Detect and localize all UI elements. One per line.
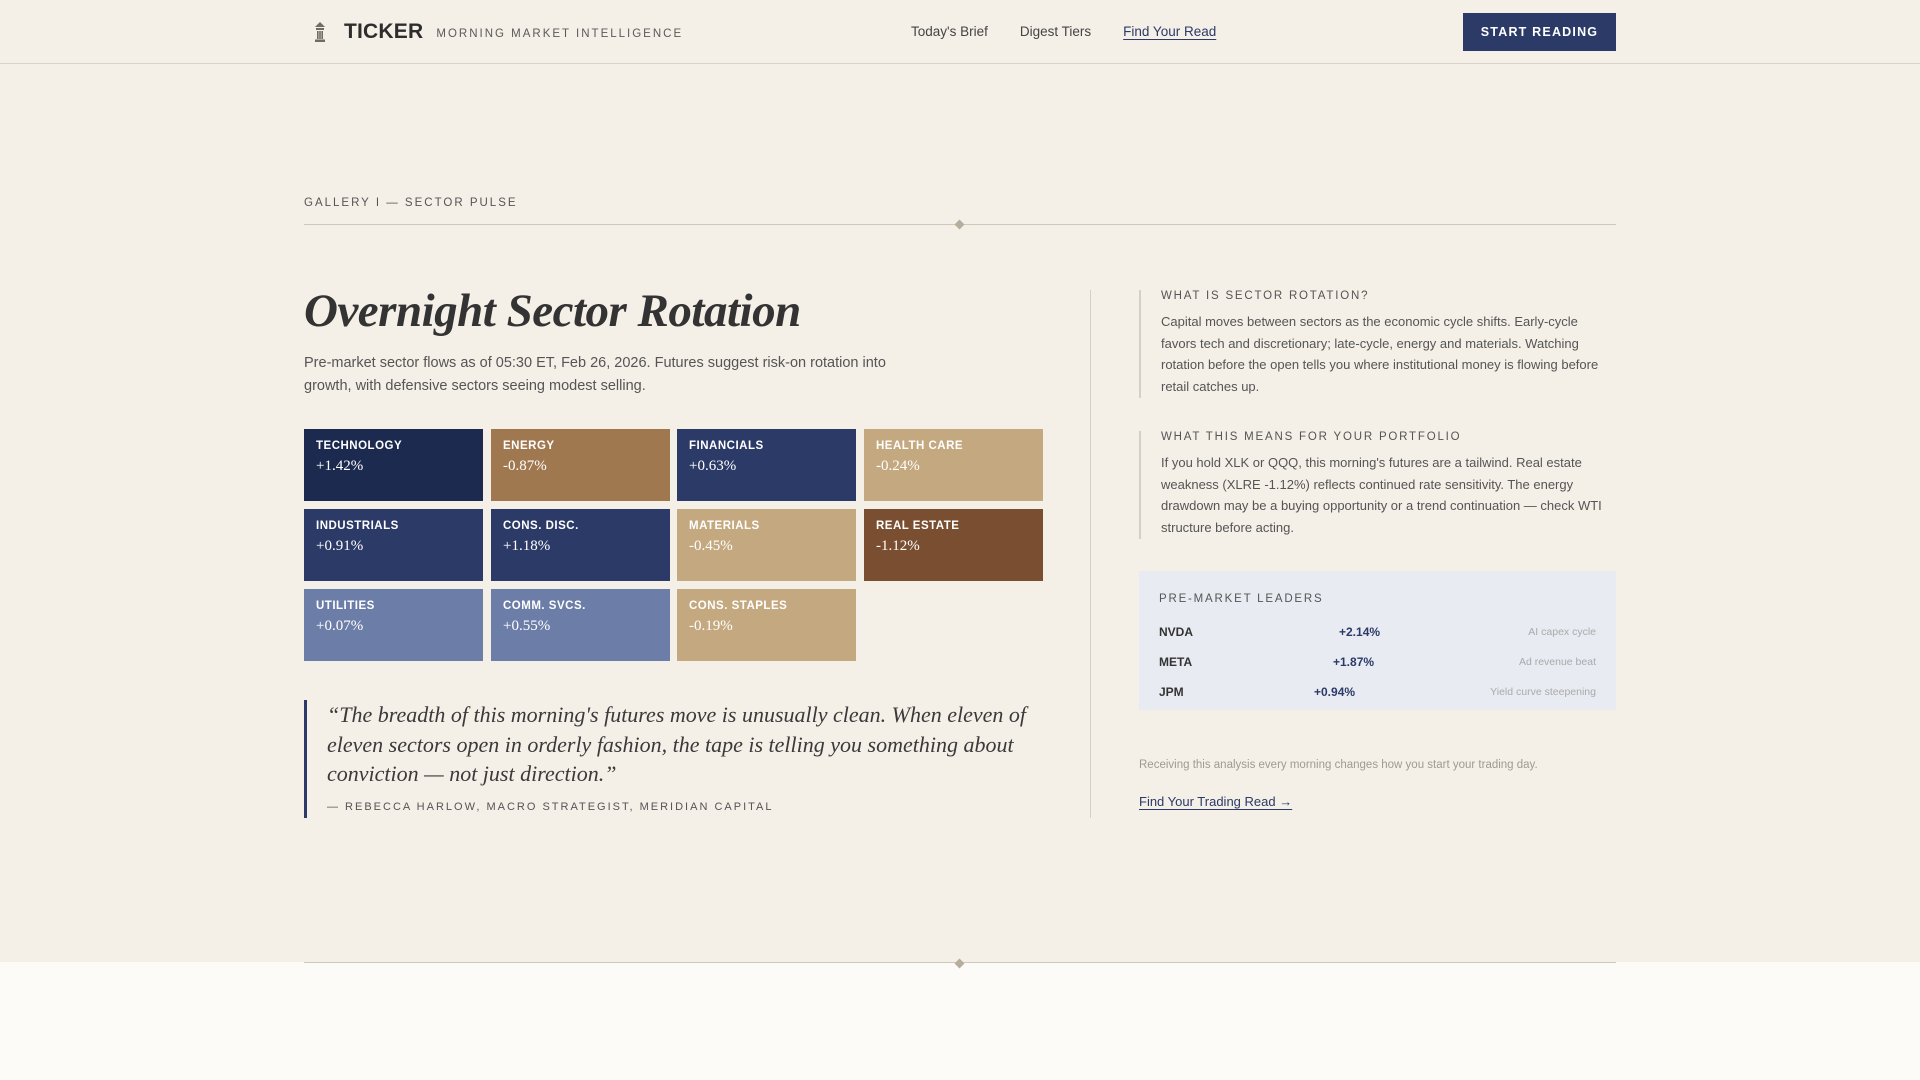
nav-todays-brief[interactable]: Today's Brief [911, 24, 988, 39]
building-icon [315, 22, 325, 42]
divider-diamond-icon [954, 219, 965, 230]
leader-change: +1.87% [1333, 655, 1375, 669]
sector-change: +0.07% [316, 618, 364, 634]
info-block-sector-rotation: WHAT IS SECTOR ROTATION? Capital moves b… [1139, 290, 1616, 398]
info-body: Capital moves between sectors as the eco… [1161, 314, 1599, 394]
brand-tagline: MORNING MARKET INTELLIGENCE [436, 27, 684, 40]
sector-change: -0.87% [503, 458, 547, 474]
find-trading-read-link[interactable]: Find Your Trading Read → [1139, 794, 1292, 809]
leader-symbol: JPM [1159, 685, 1184, 699]
sector-name: TECHNOLOGY [316, 440, 403, 452]
sector-name: REAL ESTATE [876, 520, 960, 532]
leader-note: Ad revenue beat [1518, 656, 1596, 668]
sector-change: +0.55% [503, 618, 551, 634]
leader-row[interactable]: META +1.87% Ad revenue beat [1159, 649, 1596, 675]
sector-tile-comm-svcs[interactable]: COMM. SVCS. +0.55% [491, 589, 670, 661]
leader-change: +2.14% [1339, 625, 1381, 639]
sector-name: FINANCIALS [689, 440, 764, 452]
sector-tile-health-care[interactable]: HEALTH CARE -0.24% [864, 429, 1043, 501]
pull-quote: “The breadth of this morning's futures m… [304, 700, 1044, 818]
info-heading: WHAT THIS MEANS FOR YOUR PORTFOLIO [1161, 431, 1462, 443]
sector-name: HEALTH CARE [876, 440, 964, 452]
info-heading: WHAT IS SECTOR ROTATION? [1161, 290, 1370, 302]
sector-tile-industrials[interactable]: INDUSTRIALS +0.91% [304, 509, 483, 581]
sector-tile-energy[interactable]: ENERGY -0.87% [491, 429, 670, 501]
main-nav: Today's Brief Digest Tiers Find Your Rea… [911, 24, 1248, 39]
sector-change: -0.45% [689, 538, 733, 554]
nav-find-your-read[interactable]: Find Your Read [1123, 24, 1216, 39]
nav-digest-tiers[interactable]: Digest Tiers [1020, 24, 1091, 39]
sector-tile-cons-staples[interactable]: CONS. STAPLES -0.19% [677, 589, 856, 661]
cta-blurb: Receiving this analysis every morning ch… [1139, 759, 1538, 771]
page-subtitle: Pre-market sector flows as of 05:30 ET, … [304, 355, 886, 394]
sector-change: -0.19% [689, 618, 733, 634]
leader-row[interactable]: NVDA +2.14% AI capex cycle [1159, 619, 1596, 645]
leader-row[interactable]: JPM +0.94% Yield curve steepening [1159, 679, 1596, 705]
start-reading-button[interactable]: START READING [1463, 13, 1616, 51]
sector-change: +0.91% [316, 538, 364, 554]
sector-change: +1.42% [316, 458, 364, 474]
quote-attribution: — REBECCA HARLOW, MACRO STRATEGIST, MERI… [327, 800, 774, 813]
leader-change: +0.94% [1314, 685, 1356, 699]
sector-tile-real-estate[interactable]: REAL ESTATE -1.12% [864, 509, 1043, 581]
info-body: If you hold XLK or QQQ, this morning's f… [1161, 455, 1602, 535]
column-divider [1090, 290, 1091, 818]
sector-name: UTILITIES [316, 600, 375, 612]
sector-tile-utilities[interactable]: UTILITIES +0.07% [304, 589, 483, 661]
sector-change: +1.18% [503, 538, 551, 554]
sector-name: MATERIALS [689, 520, 760, 532]
page-title: Overnight Sector Rotation [304, 285, 801, 337]
sector-change: -1.12% [876, 538, 920, 554]
sector-name: CONS. DISC. [503, 520, 579, 532]
sector-change: -0.24% [876, 458, 920, 474]
sector-name: CONS. STAPLES [689, 600, 788, 612]
sector-tile-financials[interactable]: FINANCIALS +0.63% [677, 429, 856, 501]
sector-name: COMM. SVCS. [503, 600, 586, 612]
sector-tile-materials[interactable]: MATERIALS -0.45% [677, 509, 856, 581]
brand[interactable]: TICKER MORNING MARKET INTELLIGENCE [312, 20, 683, 44]
sector-name: INDUSTRIALS [316, 520, 399, 532]
quote-text: “The breadth of this morning's futures m… [327, 702, 1027, 786]
leaders-heading: PRE-MARKET LEADERS [1159, 593, 1324, 605]
site-header: TICKER MORNING MARKET INTELLIGENCE Today… [0, 0, 1920, 64]
leader-symbol: NVDA [1159, 625, 1194, 639]
sector-name: ENERGY [503, 440, 555, 452]
leader-note: AI capex cycle [1528, 626, 1596, 638]
next-section [0, 962, 1920, 1080]
brand-name: TICKER [344, 20, 424, 43]
sector-tile-cons-disc[interactable]: CONS. DISC. +1.18% [491, 509, 670, 581]
pre-market-leaders-card: PRE-MARKET LEADERS NVDA +2.14% AI capex … [1139, 571, 1616, 710]
sector-change: +0.63% [689, 458, 737, 474]
info-block-portfolio: WHAT THIS MEANS FOR YOUR PORTFOLIO If yo… [1139, 431, 1616, 539]
gallery-label: GALLERY I — SECTOR PULSE [304, 197, 518, 209]
sector-tile-technology[interactable]: TECHNOLOGY +1.42% [304, 429, 483, 501]
leader-note: Yield curve steepening [1490, 686, 1596, 698]
leader-symbol: META [1159, 655, 1193, 669]
